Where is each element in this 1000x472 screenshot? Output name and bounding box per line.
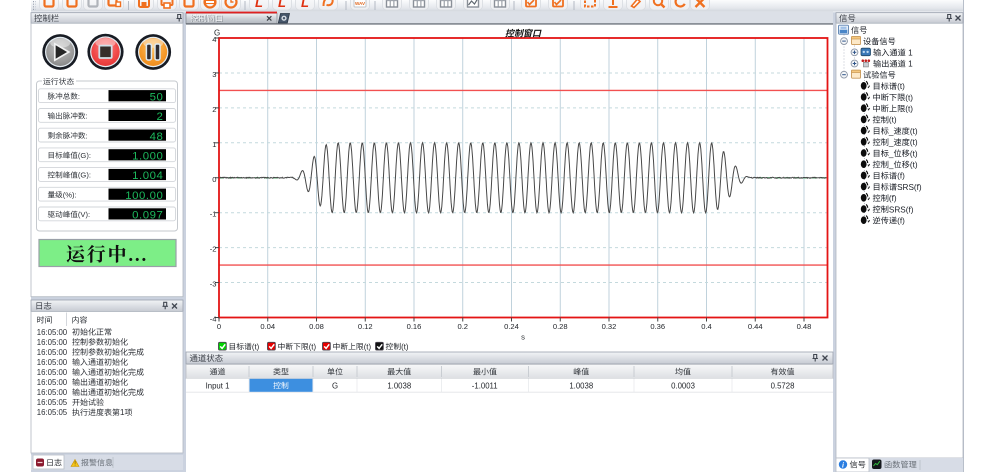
svg-text:2: 2	[157, 111, 164, 123]
svg-text:SRS(f): SRS(f)	[897, 183, 922, 192]
svg-text:G: G	[332, 381, 338, 390]
svg-text:(f): (f)	[897, 172, 905, 181]
svg-text:0.48: 0.48	[797, 322, 812, 331]
svg-text:0.28: 0.28	[553, 322, 568, 331]
svg-text:WAV: WAV	[355, 1, 366, 6]
svg-text:_: _	[888, 149, 894, 158]
svg-text:L: L	[278, 0, 286, 10]
svg-text:(f): (f)	[897, 217, 905, 226]
svg-text:L: L	[255, 0, 263, 10]
svg-text:0.16: 0.16	[407, 322, 422, 331]
svg-text:SRS(f): SRS(f)	[889, 205, 914, 214]
svg-text:(G):: (G):	[78, 151, 91, 160]
svg-text:1.0038: 1.0038	[569, 381, 593, 390]
svg-text:0.36: 0.36	[650, 322, 665, 331]
svg-text:0.04: 0.04	[260, 322, 275, 331]
svg-text:-1.0011: -1.0011	[472, 381, 498, 390]
svg-text:16:05:00: 16:05:00	[37, 328, 68, 337]
svg-text:16:05:00: 16:05:00	[37, 348, 68, 357]
svg-text:0.24: 0.24	[504, 322, 519, 331]
svg-text:1: 1	[908, 49, 913, 58]
svg-text:16:05:05: 16:05:05	[37, 408, 68, 417]
svg-text::: :	[86, 131, 88, 140]
svg-text:-2: -2	[210, 245, 217, 254]
svg-text::: :	[78, 92, 80, 101]
svg-text:100.00: 100.00	[125, 190, 163, 202]
svg-text:0: 0	[212, 175, 216, 184]
svg-text:1.000: 1.000	[132, 151, 163, 163]
svg-text:16:05:00: 16:05:00	[37, 358, 68, 367]
svg-text:(t): (t)	[910, 149, 918, 158]
svg-text:(t): (t)	[401, 342, 409, 351]
svg-text:50: 50	[150, 91, 164, 103]
svg-text:0.44: 0.44	[748, 322, 763, 331]
svg-text:(f): (f)	[889, 194, 897, 203]
svg-text:0.4: 0.4	[701, 322, 712, 331]
svg-text:16:05:00: 16:05:00	[37, 378, 68, 387]
svg-text::: :	[86, 112, 88, 121]
svg-text:0.2: 0.2	[457, 322, 468, 331]
svg-text:(t): (t)	[364, 342, 372, 351]
svg-text:(V):: (V):	[78, 210, 90, 219]
svg-text:0.097: 0.097	[132, 210, 163, 222]
svg-text:1: 1	[908, 60, 913, 69]
svg-text:(t): (t)	[889, 116, 897, 125]
svg-text:-3: -3	[210, 280, 217, 289]
svg-text:0.32: 0.32	[602, 322, 617, 331]
svg-text:(t): (t)	[897, 82, 905, 91]
svg-text:L: L	[301, 0, 309, 10]
svg-text:(t): (t)	[309, 342, 317, 351]
svg-text:48: 48	[150, 131, 164, 143]
svg-text:Input 1: Input 1	[206, 381, 230, 390]
svg-text:16:05:00: 16:05:00	[37, 368, 68, 377]
svg-text:(t): (t)	[910, 127, 918, 136]
svg-text:(t): (t)	[905, 93, 913, 102]
svg-text:16:05:00: 16:05:00	[37, 388, 68, 397]
svg-text:0.12: 0.12	[358, 322, 373, 331]
svg-text:-4: -4	[210, 315, 217, 324]
svg-text:_: _	[888, 161, 894, 170]
svg-text:0.08: 0.08	[309, 322, 324, 331]
svg-text:1.004: 1.004	[132, 170, 163, 182]
svg-text:-1: -1	[210, 210, 217, 219]
svg-text:(t): (t)	[910, 161, 918, 170]
svg-text:(t): (t)	[910, 138, 918, 147]
svg-text:0.5728: 0.5728	[771, 381, 795, 390]
svg-text:1: 1	[120, 408, 125, 417]
svg-text:(%):: (%):	[63, 190, 77, 199]
svg-text:(G):: (G):	[78, 171, 91, 180]
svg-text:16:05:00: 16:05:00	[37, 338, 68, 347]
svg-text:(t): (t)	[905, 105, 913, 114]
svg-text:16:05:05: 16:05:05	[37, 398, 68, 407]
svg-text:0.0003: 0.0003	[671, 381, 695, 390]
svg-text:s: s	[521, 333, 525, 342]
svg-text:4: 4	[212, 35, 216, 44]
svg-text:_: _	[888, 138, 894, 147]
svg-text:(t): (t)	[252, 342, 260, 351]
svg-text:...: ...	[128, 245, 148, 266]
svg-text:0: 0	[217, 322, 221, 331]
svg-text:2: 2	[212, 105, 216, 114]
svg-text:_: _	[888, 127, 894, 136]
svg-text:1: 1	[212, 140, 216, 149]
svg-text:3: 3	[212, 70, 216, 79]
svg-text:1.0038: 1.0038	[387, 381, 411, 390]
